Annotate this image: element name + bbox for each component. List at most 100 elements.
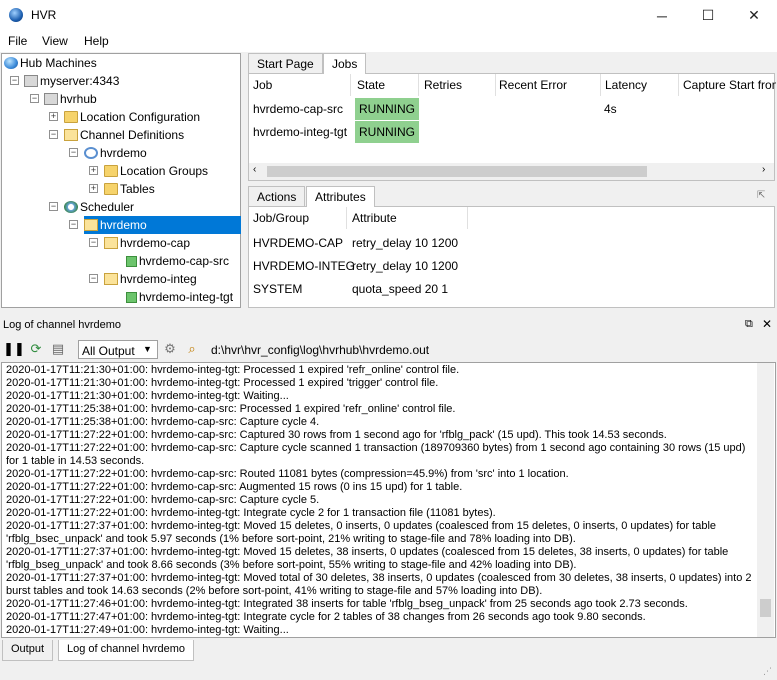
tab-output[interactable]: Output [2,640,54,661]
tree-node-integ-group[interactable]: hvrdemo-integ [104,270,197,288]
collapse-icon[interactable]: − [49,130,58,139]
folder-open-icon [64,129,78,141]
pause-icon[interactable]: ❚❚ [3,340,25,358]
log-line: 2020-01-17T11:27:37+01:00: hvrdemo-integ… [6,520,717,545]
restore-panel-icon[interactable]: ⧉ [745,318,753,331]
column-job-group[interactable]: Job/Group [249,207,347,229]
close-button[interactable]: ✕ [731,0,777,31]
column-recent-error[interactable]: Recent Error [495,74,601,96]
log-line: 2020-01-17T11:21:30+01:00: hvrdemo-integ… [6,364,460,376]
folder-icon [104,183,118,195]
resize-icon[interactable]: ⇱ [757,190,765,201]
log-line: 2020-01-17T11:27:22+01:00: hvrdemo-integ… [6,507,496,519]
close-panel-icon[interactable]: ✕ [762,317,772,331]
job-running-icon [126,291,137,303]
scroll-right-icon[interactable]: › [762,164,765,175]
log-file-path: d:\hvr\hvr_config\log\hvrhub\hvrdemo.out [211,343,430,357]
collapse-icon[interactable]: − [30,94,39,103]
tree-node-server[interactable]: myserver:4343 [24,72,119,90]
log-line: 2020-01-17T11:27:22+01:00: hvrdemo-cap-s… [6,468,569,480]
attribute-cell[interactable]: retry_delay 10 1200 [348,255,462,277]
log-lines: 2020-01-17T11:21:30+01:00: hvrdemo-integ… [6,364,756,637]
menu-help[interactable]: Help [84,34,109,48]
state-cell: RUNNING [355,98,419,120]
log-line: 2020-01-17T11:27:22+01:00: hvrdemo-cap-s… [6,481,463,493]
tree-node-integ-job[interactable]: hvrdemo-integ-tgt [126,288,233,306]
group-cell[interactable]: HVRDEMO-CAP [249,232,347,254]
log-line: 2020-01-17T11:21:30+01:00: hvrdemo-integ… [6,377,439,389]
scroll-thumb[interactable] [760,599,771,617]
group-cell[interactable]: HVRDEMO-INTEG [249,255,359,277]
expand-icon[interactable]: + [89,166,98,175]
log-vertical-scrollbar[interactable] [757,363,774,637]
maximize-button[interactable]: ☐ [685,0,731,31]
jobs-horizontal-scrollbar[interactable]: ‹ › [249,163,774,180]
expand-icon[interactable]: + [49,112,58,121]
attributes-panel: Job/Group Attribute HVRDEMO-CAP retry_de… [248,206,775,308]
gear-icon[interactable]: ⚙ [161,340,179,358]
tree-node-cap-group[interactable]: hvrdemo-cap [104,234,190,252]
tab-start-page[interactable]: Start Page [248,53,323,73]
job-running-icon [126,255,137,267]
log-panel-title: Log of channel hvrdemo [3,319,122,331]
column-attribute[interactable]: Attribute [348,207,468,229]
group-cell[interactable]: SYSTEM [249,278,306,300]
collapse-icon[interactable]: − [89,274,98,283]
tree-node-location-groups[interactable]: Location Groups [104,162,208,180]
scroll-thumb[interactable] [267,166,647,177]
column-state[interactable]: State [353,74,419,96]
collapse-icon[interactable]: − [69,148,78,157]
collapse-icon[interactable]: − [69,220,78,229]
column-latency[interactable]: Latency [601,74,679,96]
folder-icon [64,111,78,123]
resize-grip-icon[interactable]: ⋰ [763,666,772,677]
hvr-app-icon [9,8,23,22]
server-icon [24,75,38,87]
tab-log-channel[interactable]: Log of channel hvrdemo [58,640,195,661]
latency-cell: 4s [604,102,617,116]
refresh-icon[interactable]: ⟳ [27,340,45,358]
tab-actions[interactable]: Actions [248,186,306,206]
log-line: 2020-01-17T11:27:46+01:00: hvrdemo-integ… [6,598,688,610]
window-title: HVR [31,8,57,22]
collapse-icon[interactable]: − [89,238,98,247]
tree-node-channel-definitions[interactable]: Channel Definitions [64,126,184,144]
column-retries[interactable]: Retries [420,74,496,96]
column-capture-start[interactable]: Capture Start from [679,74,776,96]
jobs-panel: Job State Retries Recent Error Latency C… [248,73,776,181]
output-filter-select[interactable]: All Output ▼ [78,340,158,359]
job-cell[interactable]: hvrdemo-cap-src [249,98,347,120]
attribute-cell[interactable]: quota_speed 20 1 [348,278,452,300]
scroll-left-icon[interactable]: ‹ [253,164,256,175]
chevron-down-icon: ▼ [143,344,152,354]
collapse-icon[interactable]: − [49,202,58,211]
column-job[interactable]: Job [249,74,351,96]
status-bar: ⋰ [0,662,777,680]
tree-node-location-configuration[interactable]: Location Configuration [64,108,200,126]
log-output[interactable]: 2020-01-17T11:21:30+01:00: hvrdemo-integ… [1,362,776,638]
collapse-icon[interactable]: − [10,76,19,85]
tree-node-channel-hvrdemo[interactable]: hvrdemo [84,144,147,162]
attribute-cell[interactable]: retry_delay 10 1200 [348,232,462,254]
minimize-button[interactable]: ─ [639,0,685,31]
tab-attributes[interactable]: Attributes [306,186,375,207]
tree-node-hub[interactable]: hvrhub [44,90,97,108]
tree-node-hub-machines[interactable]: Hub Machines [4,54,97,72]
folder-open-icon [84,219,98,231]
tree-node-cap-job[interactable]: hvrdemo-cap-src [126,252,229,270]
tab-jobs[interactable]: Jobs [323,53,367,74]
tree-node-scheduler[interactable]: Scheduler [64,198,134,216]
menu-view[interactable]: View [42,34,68,48]
job-cell[interactable]: hvrdemo-integ-tgt [249,121,351,143]
tree-node-scheduler-hvrdemo[interactable]: hvrdemo [84,216,241,234]
folder-icon [104,165,118,177]
tree-node-tables[interactable]: Tables [104,180,155,198]
search-icon[interactable]: ⌕ [183,340,201,358]
expand-icon[interactable]: + [89,184,98,193]
menu-file[interactable]: File [8,34,27,48]
log-line: 2020-01-17T11:27:37+01:00: hvrdemo-integ… [6,546,729,571]
folder-open-icon [104,273,118,285]
menu-bar: File View Help [0,31,777,52]
clear-log-icon[interactable]: ▤ [49,340,67,358]
log-line: 2020-01-17T11:27:22+01:00: hvrdemo-cap-s… [6,494,320,506]
